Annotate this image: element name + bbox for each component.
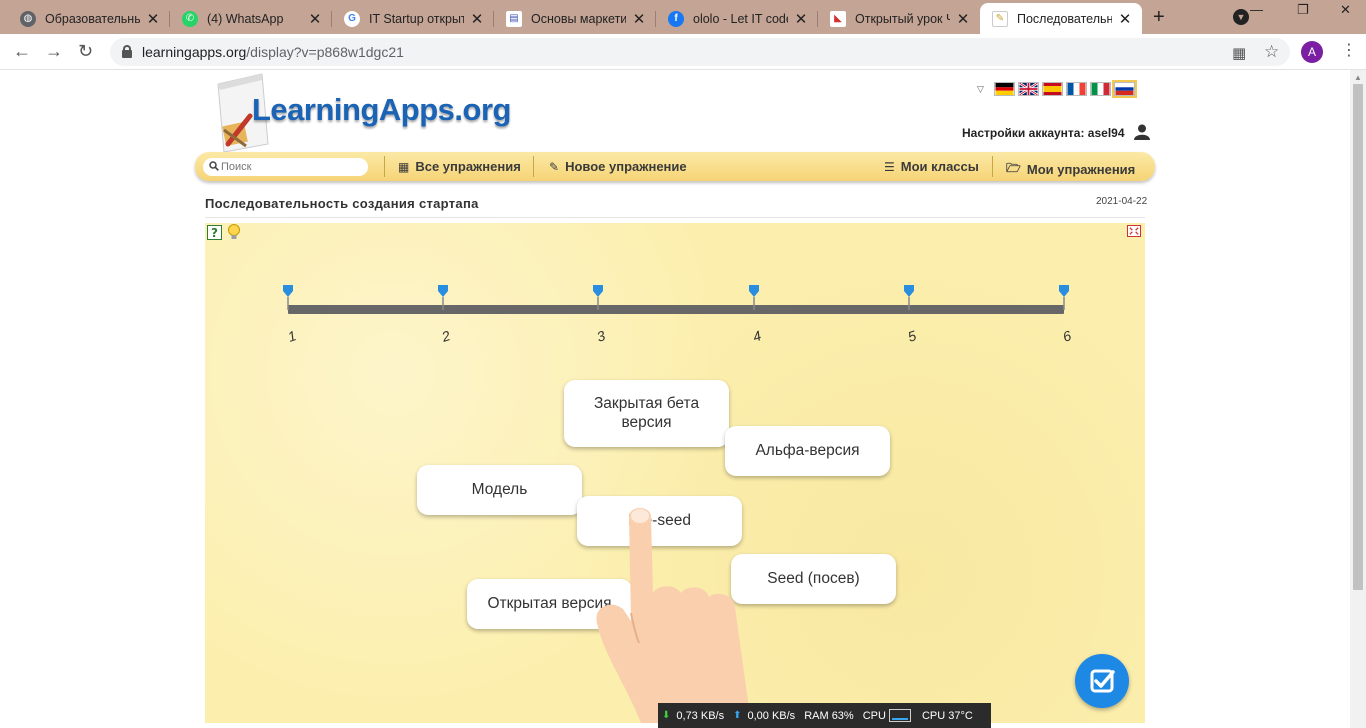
flag-fr-icon[interactable] (1065, 82, 1087, 96)
browser-tab[interactable]: ◣ Открытый урок Ч ✕ (818, 3, 980, 34)
app-date: 2021-04-22 (1096, 196, 1148, 207)
timeline-pin-icon (904, 285, 914, 310)
nav-my-exercises[interactable]: 🗁 Мои упражнения (1006, 159, 1135, 180)
browser-tab[interactable]: ▤ Основы маркетин ✕ (494, 3, 656, 34)
timeline-label: 6 (1060, 327, 1074, 345)
whatsapp-icon: ✆ (182, 10, 198, 27)
grid-icon: ▦ (398, 159, 410, 174)
flag-it-icon[interactable] (1089, 82, 1111, 96)
nav-all-exercises[interactable]: ▦ Все упражнения (398, 159, 521, 174)
timeline-pin-icon (438, 285, 448, 310)
google-icon: G (344, 10, 360, 27)
site-search-input[interactable] (203, 158, 368, 176)
close-tab-icon[interactable]: ✕ (470, 10, 484, 28)
profile-avatar[interactable]: A (1301, 41, 1323, 63)
url-text: learningapps.org/display?v=p868w1dgc21 (142, 44, 404, 60)
browser-tab[interactable]: G IT Startup открыт ✕ (332, 3, 494, 34)
language-dropdown-icon[interactable]: ▽ (977, 84, 984, 95)
document-icon: ▤ (506, 10, 522, 27)
cpu-label: CPU (862, 709, 886, 722)
minimize-icon[interactable]: — (1250, 2, 1263, 17)
app-canvas: ? 1 2 3 4 5 6 Закрытая бета версия Альфа… (205, 223, 1145, 723)
back-icon[interactable]: ← (13, 41, 31, 62)
user-icon[interactable] (1134, 124, 1150, 140)
scroll-up-icon[interactable]: ▲ (1354, 73, 1362, 82)
new-tab-button[interactable]: + (1153, 6, 1165, 29)
reload-icon[interactable]: ↻ (78, 41, 93, 62)
sequence-card[interactable]: Модель (417, 465, 582, 515)
timeline-label: 2 (439, 327, 453, 345)
nav-my-classes[interactable]: ☰ Мои классы (884, 159, 979, 174)
language-selector: ▽ (977, 80, 1138, 98)
fullscreen-icon[interactable] (1127, 225, 1141, 237)
timeline-label: 1 (285, 327, 299, 345)
cpu-temperature: CPU 37°C (921, 709, 973, 722)
download-speed: 0,73 KB/s (676, 709, 725, 722)
close-tab-icon[interactable]: ✕ (956, 10, 970, 28)
browser-toolbar: ← → ↻ learningapps.org/display?v=p868w1d… (0, 34, 1366, 70)
close-tab-icon[interactable]: ✕ (146, 10, 160, 28)
browser-tab[interactable]: ✆ (4) WhatsApp ✕ (170, 3, 332, 34)
svg-text:?: ? (211, 226, 218, 240)
bookmark-star-icon[interactable]: ☆ (1264, 42, 1279, 62)
pencil-icon: ✎ (549, 159, 560, 174)
flag-de-icon[interactable] (993, 82, 1015, 96)
folder-icon: 🗁 (1006, 161, 1021, 175)
upload-speed: 0,00 KB/s (747, 709, 796, 722)
lightbulb-icon[interactable] (227, 224, 241, 242)
tab-search-icon[interactable]: ▼ (1233, 9, 1249, 25)
facebook-icon: f (668, 10, 684, 27)
drag-hint-hand-icon (596, 508, 751, 723)
app-title: Последовательность создания стартапа (205, 196, 479, 211)
site-navbar: ▦ Все упражнения ✎ Новое упражнение ☰ Мо… (195, 152, 1155, 181)
flag-ru-icon[interactable] (1111, 80, 1137, 98)
browser-tab[interactable]: ◍ Образовательный ✕ (8, 3, 170, 34)
help-icon[interactable]: ? (207, 225, 223, 241)
page-scrollbar[interactable]: ▲ (1350, 70, 1366, 728)
nav-new-exercise[interactable]: ✎ Новое упражнение (549, 159, 687, 174)
site-logo[interactable]: LearningApps.org (252, 92, 511, 128)
timeline-pin-icon (749, 285, 759, 310)
browser-tab[interactable]: f ololo - Let IT code ✕ (656, 3, 818, 34)
search-icon (209, 161, 219, 171)
close-tab-icon[interactable]: ✕ (308, 10, 322, 28)
scrollbar-thumb[interactable] (1353, 84, 1363, 590)
close-tab-icon[interactable]: ✕ (1118, 10, 1132, 28)
check-answer-button[interactable] (1075, 654, 1129, 708)
qr-code-icon[interactable]: ▦ (1232, 44, 1246, 62)
system-monitor-widget: ⬇ 0,73 KB/s ⬆ 0,00 KB/s RAM 63% CPU CPU … (658, 703, 991, 728)
timeline-pin-icon (593, 285, 603, 310)
upload-arrow-icon: ⬆ (733, 710, 742, 721)
close-tab-icon[interactable]: ✕ (632, 10, 646, 28)
account-settings-link[interactable]: Настройки аккаунта: asel94 (962, 126, 1125, 140)
timeline-pin-icon (283, 285, 293, 310)
timeline-bar (288, 305, 1064, 314)
list-icon: ☰ (884, 159, 895, 174)
address-bar[interactable]: learningapps.org/display?v=p868w1dgc21 ▦… (110, 38, 1290, 66)
browser-tab-active[interactable]: ✎ Последовательнос ✕ (980, 3, 1142, 34)
forward-icon[interactable]: → (45, 41, 63, 62)
timeline-label: 5 (905, 327, 919, 345)
learningapps-icon: ✎ (992, 10, 1008, 27)
timeline-pin-icon (1059, 285, 1069, 310)
browser-menu-icon[interactable]: ⋮ (1341, 40, 1357, 60)
download-arrow-icon: ⬇ (662, 710, 671, 721)
flag-en-icon[interactable] (1017, 82, 1039, 96)
sequence-card[interactable]: Альфа-версия (725, 426, 890, 476)
check-icon (1090, 669, 1115, 693)
ram-usage: RAM 63% (804, 709, 854, 722)
lock-icon[interactable] (122, 45, 132, 58)
bookmark-icon: ◣ (830, 10, 846, 27)
close-tab-icon[interactable]: ✕ (794, 10, 808, 28)
restore-icon[interactable]: ❐ (1297, 2, 1309, 18)
timeline-label: 3 (594, 327, 608, 345)
browser-tab-strip: ◍ Образовательный ✕ ✆ (4) WhatsApp ✕ G I… (0, 0, 1366, 34)
cpu-graph (888, 709, 911, 722)
flag-es-icon[interactable] (1041, 82, 1063, 96)
sequence-card[interactable]: Закрытая бета версия (564, 380, 729, 447)
close-window-icon[interactable]: ✕ (1340, 2, 1351, 18)
globe-icon: ◍ (20, 10, 36, 27)
timeline-label: 4 (750, 327, 764, 345)
